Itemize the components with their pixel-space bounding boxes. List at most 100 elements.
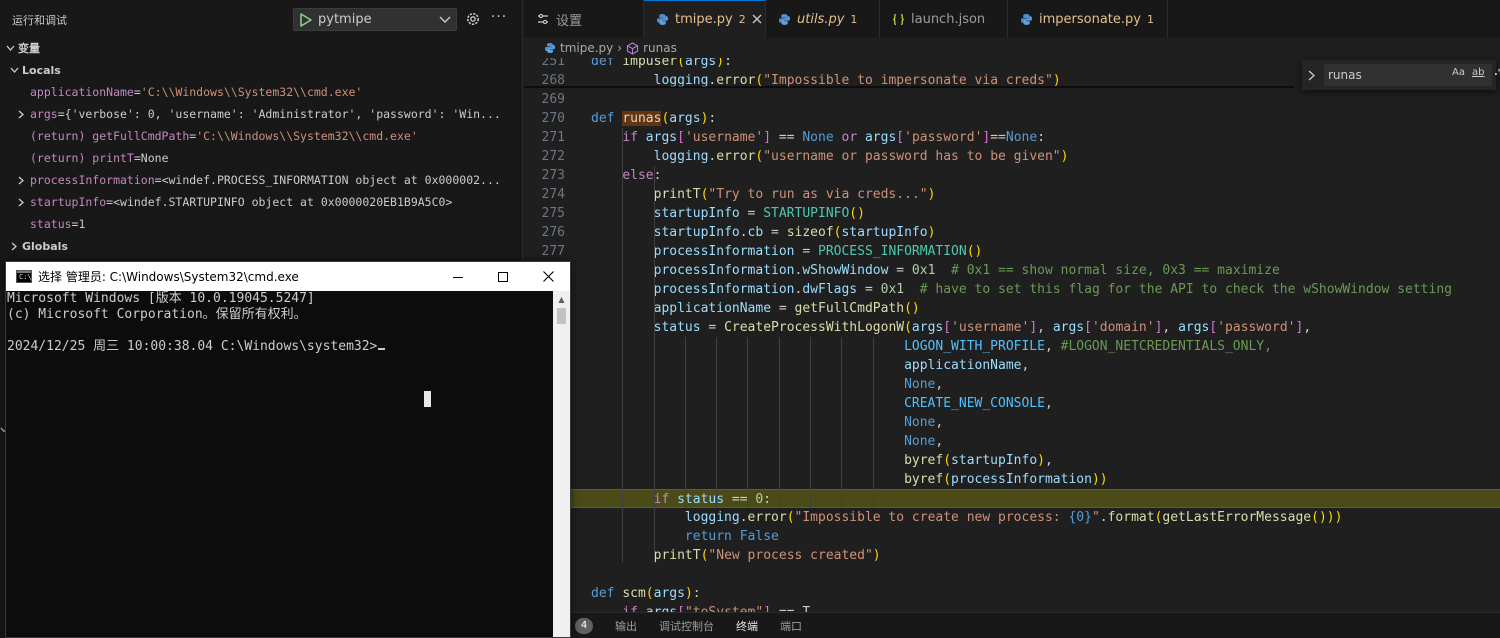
code-line[interactable]: 281 status = CreateProcessWithLogonW(arg… xyxy=(524,318,1500,337)
code-line[interactable]: 275 startupInfo = STARTUPINFO() xyxy=(524,204,1500,223)
close-icon[interactable] xyxy=(752,12,762,28)
cmd-scrollbar[interactable]: ▲ xyxy=(553,291,570,637)
code-text: applicationName = getFullCmdPath() xyxy=(653,301,920,316)
line-number: 270 xyxy=(541,111,565,126)
panel-tab-debug-console[interactable]: 调试控制台 xyxy=(659,618,714,634)
code-line[interactable]: 296 if args["toSystem"] == T xyxy=(524,603,1500,612)
code-line[interactable]: 273 else: xyxy=(524,166,1500,185)
chevron-right-icon[interactable] xyxy=(1302,70,1320,81)
editor-tab[interactable]: launch.json xyxy=(880,0,1008,38)
chevron-right-icon[interactable] xyxy=(14,176,28,185)
variable-row[interactable]: startupInfo = <windef.STARTUPINFO object… xyxy=(0,191,522,213)
whole-word-toggle[interactable]: ab xyxy=(1472,67,1484,78)
tab-label: tmipe.py xyxy=(675,12,733,27)
code-line[interactable]: 289 byref(processInformation)) xyxy=(524,470,1500,489)
match-case-toggle[interactable]: Aa xyxy=(1452,67,1465,78)
chevron-right-icon[interactable] xyxy=(14,198,28,207)
panel-tab-bar: 4 输出 调试控制台 终端 端口 xyxy=(571,612,1500,638)
chevron-down-icon xyxy=(434,16,456,24)
code-line[interactable]: 269 xyxy=(524,90,1500,109)
indent-guide xyxy=(685,337,686,508)
code-line[interactable]: 270 def runas(args): xyxy=(524,109,1500,128)
code-line[interactable]: 287 None, xyxy=(524,432,1500,451)
code-line[interactable]: 283 applicationName, xyxy=(524,356,1500,375)
code-line[interactable]: 291 logging.error("Impossible to create … xyxy=(524,508,1500,527)
console-prompt: 2024/12/25 周三 10:00:38.04 C:\Windows\sys… xyxy=(7,339,378,354)
variable-row[interactable]: (return) printT = None xyxy=(0,147,522,169)
launch-config-select[interactable]: pytmipe xyxy=(293,8,457,31)
code-line[interactable]: 278 processInformation.wShowWindow = 0x1… xyxy=(524,261,1500,280)
indent-guide xyxy=(622,128,623,563)
code-editor[interactable]: 251 def impuser(args): 268 logging.error("… xyxy=(524,58,1500,612)
variable-row[interactable]: status = 1 xyxy=(0,213,522,235)
code-line[interactable]: 285 CREATE_NEW_CONSOLE, xyxy=(524,394,1500,413)
editor-tab[interactable]: utils.py 1 xyxy=(766,0,880,38)
panel-tab-ports[interactable]: 端口 xyxy=(780,618,802,634)
indent-guide xyxy=(873,337,874,508)
code-line[interactable]: 277 processInformation = PROCESS_INFORMA… xyxy=(524,242,1500,261)
cmd-title-bar[interactable]: C:\ 选择 管理员: C:\Windows\System32\cmd.exe xyxy=(6,262,570,291)
globals-scope[interactable]: Globals xyxy=(4,235,68,257)
play-icon[interactable] xyxy=(294,12,318,27)
maximize-button[interactable] xyxy=(480,262,526,291)
locals-scope[interactable]: Locals xyxy=(4,59,61,81)
variable-row[interactable]: (return) getFullCmdPath = 'C:\\Windows\\… xyxy=(0,125,522,147)
gear-icon[interactable] xyxy=(464,10,482,28)
indent-guide xyxy=(810,337,811,508)
breadcrumb-symbol[interactable]: runas xyxy=(643,41,677,55)
minimize-button[interactable] xyxy=(435,262,481,291)
launch-config-name: pytmipe xyxy=(318,12,372,27)
code-line[interactable]: 272 logging.error("username or password … xyxy=(524,147,1500,166)
line-number: 269 xyxy=(541,92,565,107)
more-actions-icon[interactable]: ··· xyxy=(490,10,508,28)
find-input[interactable]: runas Aa ab .* xyxy=(1324,64,1500,86)
code-line[interactable]: 286 None, xyxy=(524,413,1500,432)
chevron-right-icon xyxy=(6,242,22,251)
variable-row[interactable]: args = {'verbose': 0, 'username': 'Admin… xyxy=(0,103,522,125)
code-line[interactable]: 292 return False xyxy=(524,527,1500,546)
python-icon xyxy=(1020,13,1033,26)
variable-separator: = xyxy=(154,173,162,187)
scroll-up-icon[interactable]: ▲ xyxy=(553,291,570,308)
variables-section-header[interactable]: 变量 xyxy=(0,37,40,59)
code-line[interactable]: 279 processInformation.dwFlags = 0x1 # h… xyxy=(524,280,1500,299)
code-text: startupInfo = STARTUPINFO() xyxy=(653,206,865,221)
cmd-window[interactable]: C:\ 选择 管理员: C:\Windows\System32\cmd.exe … xyxy=(5,261,571,638)
panel-tab-terminal[interactable]: 终端 xyxy=(736,618,758,634)
code-line[interactable]: 288 byref(startupInfo), xyxy=(524,451,1500,470)
editor-tab[interactable]: 设置 xyxy=(524,0,644,38)
code-line[interactable]: 293 printT("New process created") xyxy=(524,546,1500,565)
code-line[interactable]: 271 if args['username'] == None or args[… xyxy=(524,128,1500,147)
editor-tab[interactable]: impersonate.py 1 xyxy=(1008,0,1168,38)
indent-guide xyxy=(747,337,748,508)
line-number: 272 xyxy=(541,149,565,164)
editor-tab[interactable]: tmipe.py 2 xyxy=(644,0,766,38)
variable-row[interactable]: processInformation = <windef.PROCESS_INF… xyxy=(0,169,522,191)
breadcrumb-file[interactable]: tmipe.py xyxy=(560,41,613,55)
code-line[interactable]: 276 startupInfo.cb = sizeof(startupInfo) xyxy=(524,223,1500,242)
code-text: processInformation.dwFlags = 0x1 # have … xyxy=(653,282,1452,297)
variable-row[interactable]: applicationName = 'C:\\Windows\\System32… xyxy=(0,81,522,103)
variable-name: status xyxy=(30,217,72,231)
close-button[interactable] xyxy=(525,262,570,291)
problems-count-badge[interactable]: 4 xyxy=(575,617,593,634)
code-line[interactable]: 290 if status == 0: xyxy=(524,489,1500,508)
scrollbar-thumb[interactable] xyxy=(557,308,566,324)
chevron-right-icon[interactable] xyxy=(14,110,28,119)
line-number: 271 xyxy=(541,130,565,145)
line-number: 275 xyxy=(541,206,565,221)
code-text: byref(startupInfo), xyxy=(904,453,1053,468)
text-cursor xyxy=(378,348,386,350)
code-line[interactable]: 294 xyxy=(524,565,1500,584)
line-number: 277 xyxy=(541,244,565,259)
code-line[interactable]: 295def scm(args): xyxy=(524,584,1500,603)
code-line[interactable]: 284 None, xyxy=(524,375,1500,394)
editor-tab-bar: 设置 tmipe.py 2 utils.py 1 launch.json impersona… xyxy=(524,0,1500,38)
code-line[interactable]: 280 applicationName = getFullCmdPath() xyxy=(524,299,1500,318)
panel-tab-output[interactable]: 输出 xyxy=(615,618,637,634)
variable-separator: = xyxy=(189,129,197,143)
code-line[interactable]: 274 printT("Try to run as via creds...") xyxy=(524,185,1500,204)
cmd-console-output[interactable]: Microsoft Windows [版本 10.0.19045.5247] (… xyxy=(6,291,554,637)
code-line[interactable]: 282 LOGON_WITH_PROFILE, #LOGON_NETCREDEN… xyxy=(524,337,1500,356)
regex-toggle[interactable]: .* xyxy=(1494,67,1500,78)
